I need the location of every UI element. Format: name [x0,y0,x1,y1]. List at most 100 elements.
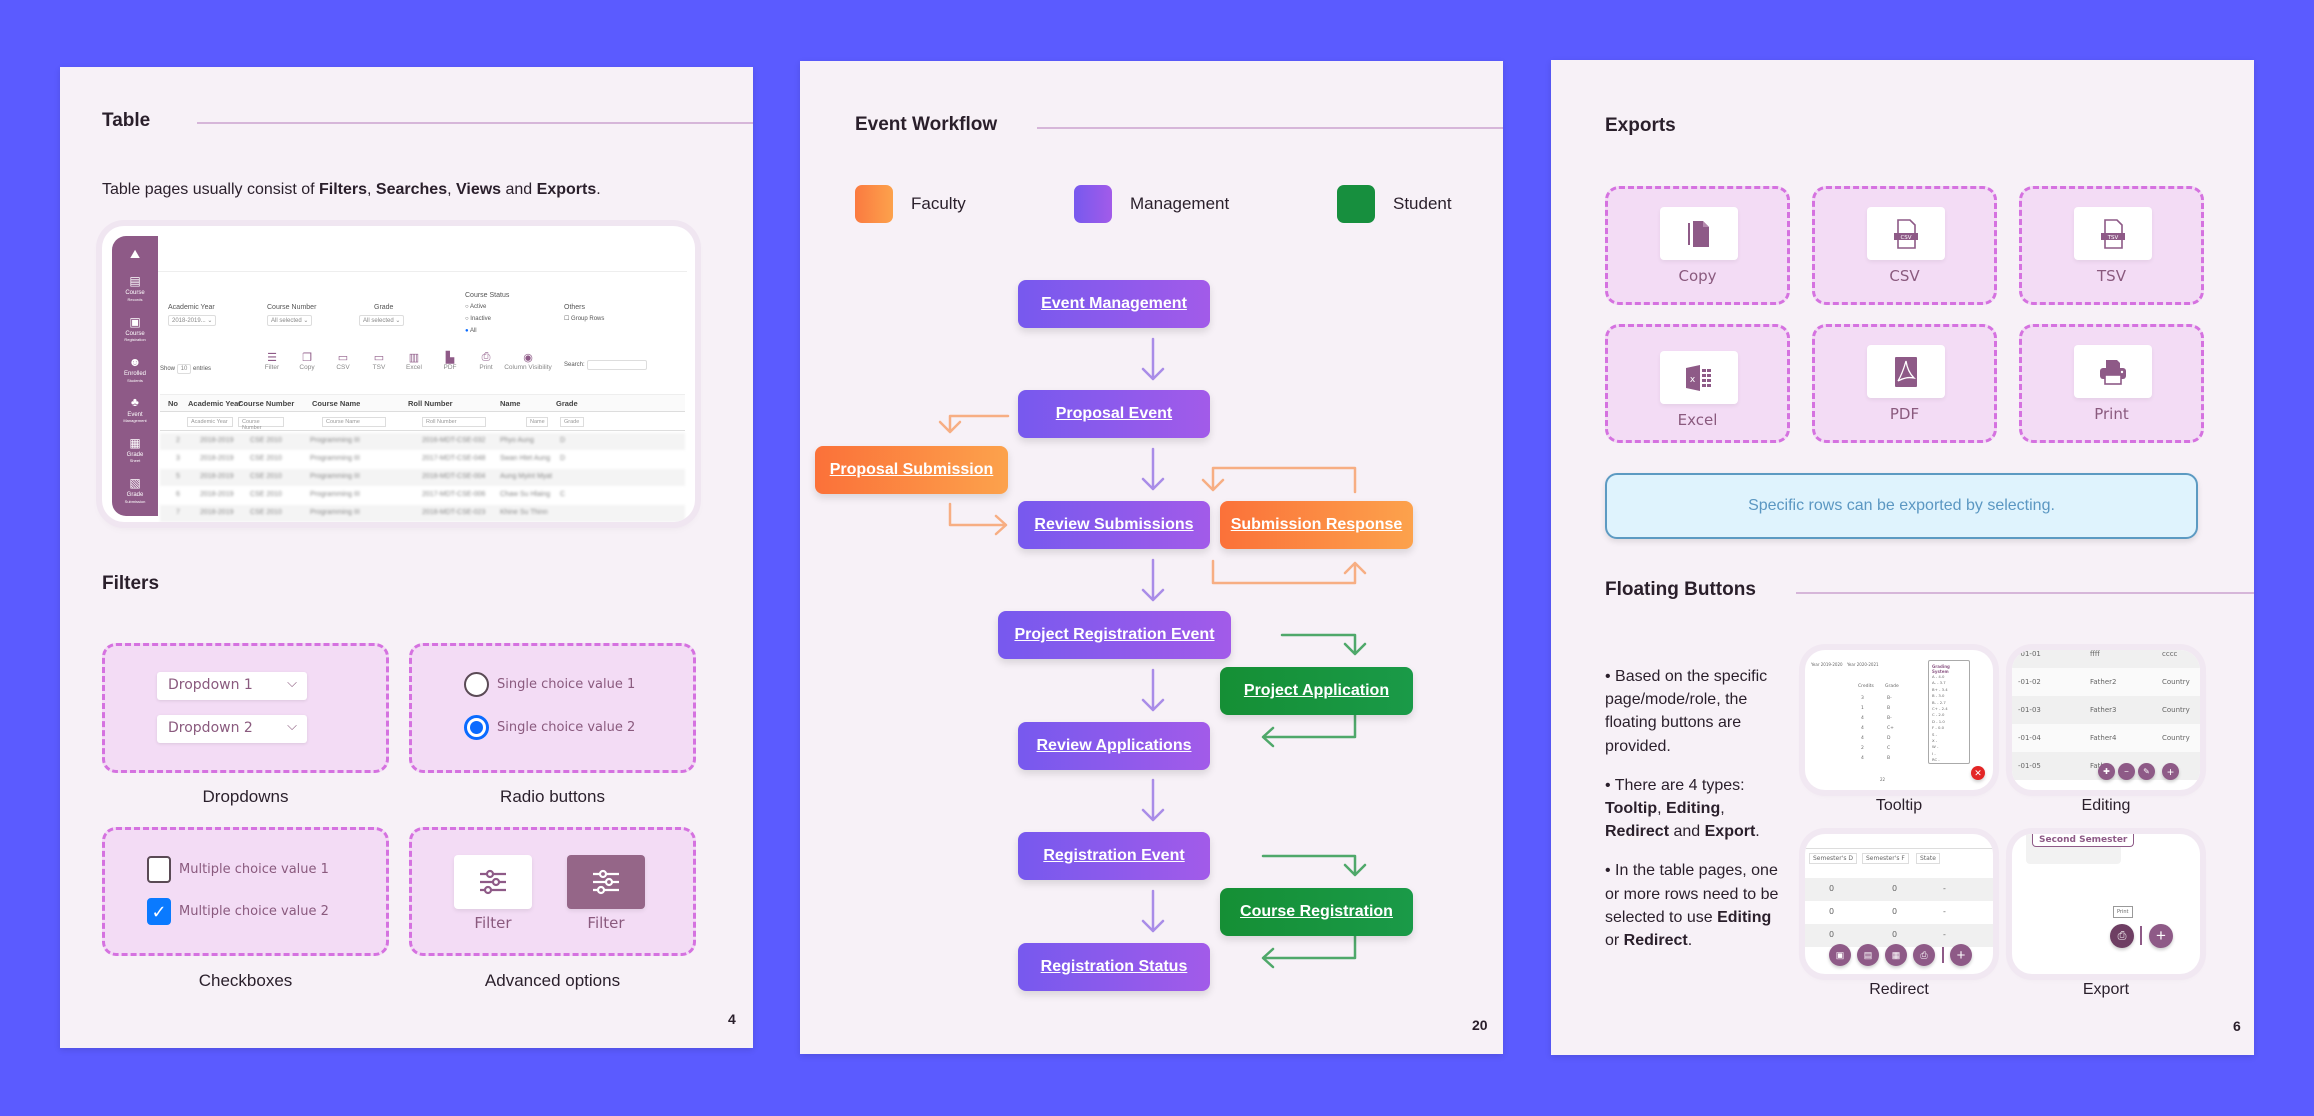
course-number-select[interactable]: All selected ⌄ [267,315,313,326]
status-radio-active[interactable]: ○ Active [465,304,486,310]
toolbar-csv[interactable]: ▭ CSV [325,351,361,371]
academic-year-select[interactable]: 2018-2019... ⌄ [168,315,217,326]
table-row[interactable]: 2 2018-2019 CSE 2010 Programming III 2016-MD… [160,433,685,450]
column-header-course-name[interactable]: Course Name [312,399,360,408]
export-card-pdf[interactable]: PDF [1812,324,1997,443]
redirect-fab-print[interactable]: ⎙ [1913,944,1935,966]
column-header-name[interactable]: Name [500,399,520,408]
tab-second-semester[interactable]: Second Semester [2032,834,2135,847]
node-proposal-submission[interactable]: Proposal Submission [815,446,1008,494]
table-row[interactable]: 0 0 - [1805,901,1993,924]
column-filter-input[interactable]: Course Number [238,417,284,431]
print-tooltip: Print [2113,906,2133,918]
table-row[interactable]: 6 2018-2019 CSE 2010 Programming III 2017-MD… [160,487,685,504]
radio-option-2[interactable]: Single choice value 2 [464,715,635,740]
add-user-fab[interactable]: ✚ [2098,763,2115,780]
edit-fab[interactable]: ✎ [2138,763,2155,780]
table-row[interactable]: 3 2018-2019 CSE 2010 Programming III 2017-MD… [160,451,685,468]
toolbar-pdf[interactable]: ▙ PDF [432,351,468,371]
table-row[interactable]: -01-03 Father3 Country [2012,696,2200,724]
sidebar-item-course-records[interactable]: ▤ Course Records [125,274,144,303]
table-row[interactable]: -01-04 Father4 Country [2012,724,2200,752]
node-review-applications[interactable]: Review Applications [1018,722,1210,770]
table-row[interactable]: 0 0 - [1805,878,1993,901]
radio-unchecked[interactable] [464,672,489,697]
redirect-fab-2[interactable]: ▤ [1857,944,1879,966]
column-header-grade[interactable]: Grade [556,399,578,408]
column-filter-input[interactable]: Course Name [322,417,386,427]
export-info-note: Specific rows can be exported by selecti… [1605,473,2198,539]
sidebar-item-grade-sheet[interactable]: ▦ Grade Sheet [127,436,144,465]
add-fab[interactable]: + [2149,924,2173,948]
sidebar-item-enrolled-students[interactable]: ☻ Enrolled Students [124,355,146,384]
column-header-no[interactable]: No [168,399,178,408]
sidebar-item-course-registration[interactable]: ▣ Course Registration [124,315,145,344]
export-card-csv[interactable]: CSV CSV [1812,186,1997,305]
faculty-arrows [938,414,1367,585]
checkbox-unchecked[interactable] [147,856,171,883]
editing-caption: Editing [2081,797,2131,814]
column-header-academic-year[interactable]: Academic Year [188,399,241,408]
export-card-print[interactable]: Print [2019,324,2204,443]
dropdown-1[interactable]: Dropdown 1 ⌵ [157,672,307,700]
table-cell: -01-02 [2018,678,2041,686]
toolbar-copy[interactable]: ❐ Copy [289,351,325,371]
filter-button-default[interactable] [454,855,532,909]
sidebar-item-event-management[interactable]: ♣ Event Management [123,396,146,424]
group-rows-checkbox[interactable]: ☐ Group Rows [564,315,604,322]
add-fab[interactable]: + [1950,944,1972,966]
filter-button-active[interactable] [567,855,645,909]
filter-button-label: Filter [474,914,512,932]
redirect-fab-3[interactable]: ▦ [1885,944,1907,966]
section-title-filters: Filters [102,573,160,594]
svg-text:x: x [1690,375,1696,385]
column-filter-input[interactable]: Academic Year [187,417,233,427]
table-cell: 2018-2019 [200,455,234,462]
checkbox-option-1[interactable]: Multiple choice value 1 [147,856,329,883]
sidebar-item-grade-submission[interactable]: ▧ Grade Submission [125,476,146,505]
node-course-registration[interactable]: Course Registration [1220,888,1413,936]
table-row[interactable]: -01-01 ffff cccc [2012,650,2200,668]
export-card-tsv[interactable]: TSV TSV [2019,186,2204,305]
toolbar-tsv[interactable]: ▭ TSV [361,351,397,371]
search-input[interactable] [587,360,647,370]
column-header-course-number[interactable]: Course Number [238,399,294,408]
toolbar-column-visibility[interactable]: ◉ Column Visibility [502,351,554,371]
node-project-application[interactable]: Project Application [1220,667,1413,715]
export-label: Copy [1678,267,1717,285]
checkbox-option-2[interactable]: ✓ Multiple choice value 2 [147,898,329,925]
node-registration-event[interactable]: Registration Event [1018,832,1210,880]
toolbar-print[interactable]: ⎙ Print [468,351,504,371]
column-filter-input[interactable]: Name [526,417,548,427]
entries-select[interactable]: 10 [176,364,192,374]
close-fab[interactable]: ✕ [1971,766,1985,780]
export-print-fab[interactable]: ⎙ [2110,924,2134,948]
column-filter-input[interactable]: Roll Number [422,417,486,427]
node-review-submissions[interactable]: Review Submissions [1018,501,1210,549]
node-proposal-event[interactable]: Proposal Event [1018,390,1210,438]
status-radio-all[interactable]: ● All [465,328,477,334]
node-event-management[interactable]: Event Management [1018,280,1210,328]
node-registration-status[interactable]: Registration Status [1018,943,1210,991]
table-row[interactable]: 5 2018-2019 CSE 2010 Programming III 2018-MD… [160,469,685,486]
column-filter-input[interactable]: Grade [560,417,584,427]
status-radio-inactive[interactable]: ○ Inactive [465,316,491,322]
export-card-excel[interactable]: x Excel [1605,324,1790,443]
toolbar-excel[interactable]: ▥ Excel [396,351,432,371]
export-card-copy[interactable]: Copy [1605,186,1790,305]
grading-tooltip: Grading System A - 4.0 A- - 3.7 B+ - 3.4 B … [1928,660,1970,764]
node-submission-response[interactable]: Submission Response [1220,501,1413,549]
radio-checked[interactable] [464,715,489,740]
toolbar-filter[interactable]: ☰ Filter [254,351,290,371]
checkbox-checked[interactable]: ✓ [147,898,171,925]
column-header-roll-number[interactable]: Roll Number [408,399,453,408]
radio-option-1[interactable]: Single choice value 1 [464,672,635,697]
dropdown-2[interactable]: Dropdown 2 ⌵ [157,715,307,743]
redirect-fab-1[interactable]: ▣ [1829,944,1851,966]
remove-user-fab[interactable]: − [2118,763,2135,780]
add-fab[interactable]: + [2162,763,2179,780]
table-row[interactable]: -01-02 Father2 Country [2012,668,2200,696]
grade-select[interactable]: All selected ⌄ [359,315,405,326]
table-row[interactable]: 7 2018-2019 CSE 2010 Programming III 2018-MD… [160,505,685,522]
node-project-registration-event[interactable]: Project Registration Event [998,611,1231,659]
